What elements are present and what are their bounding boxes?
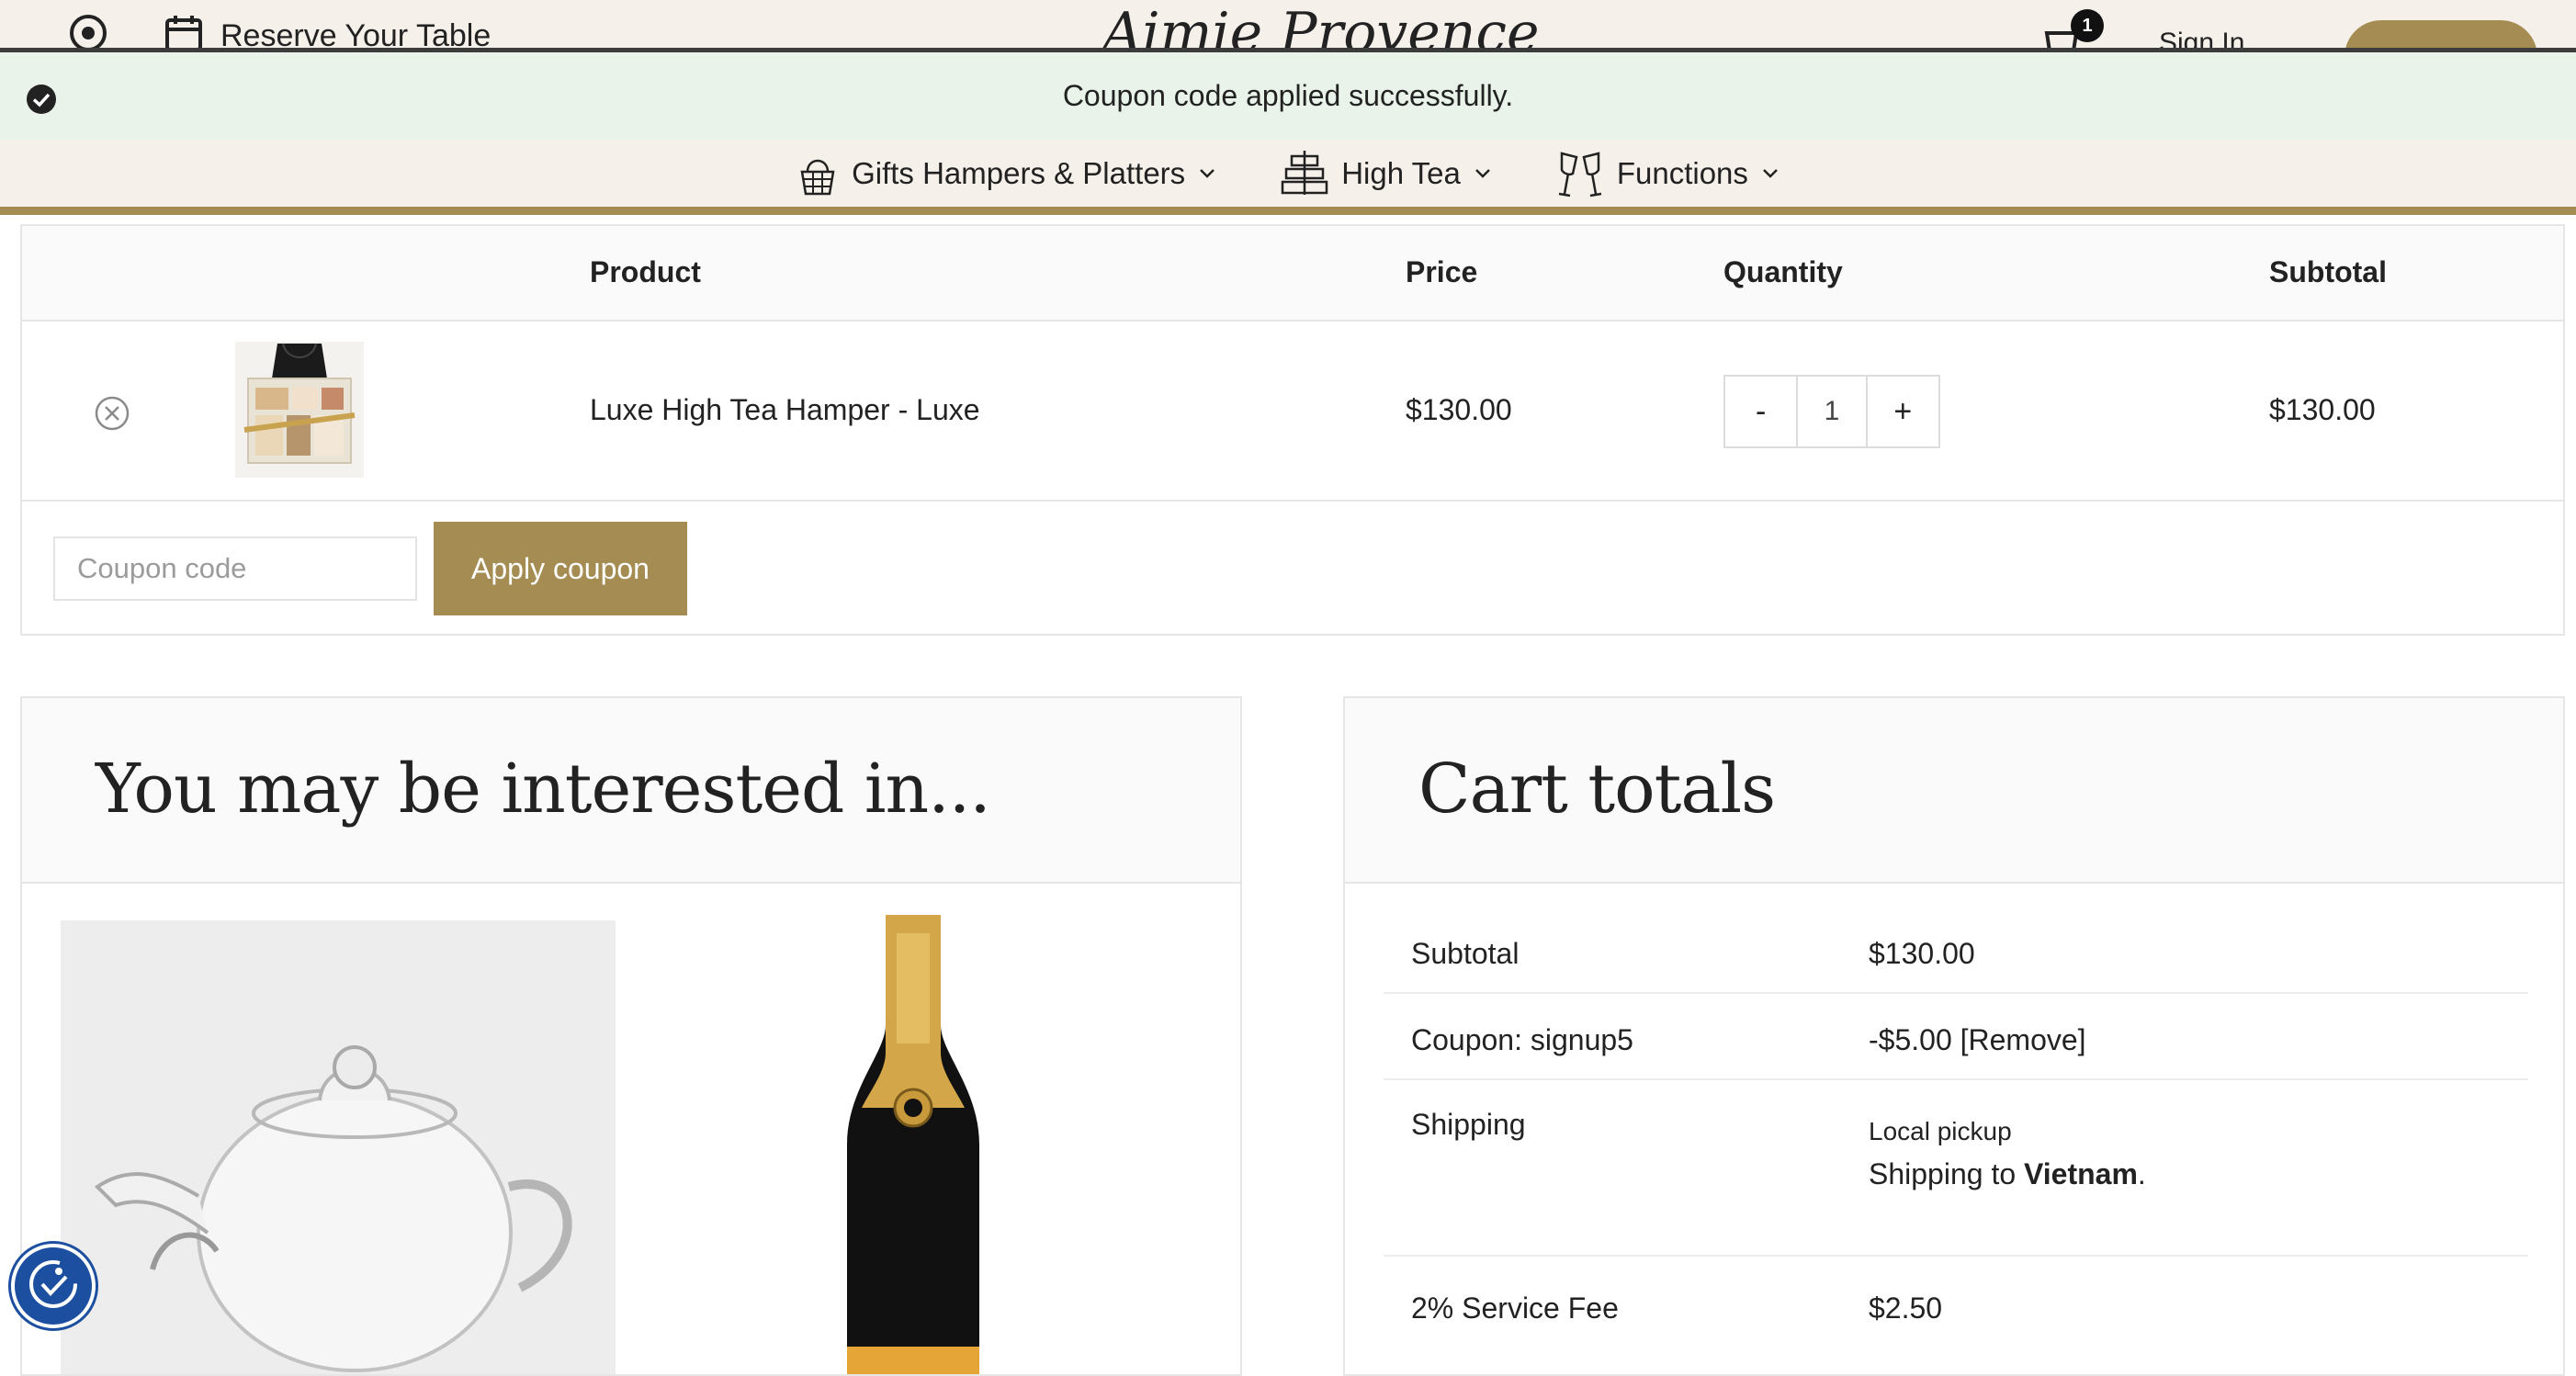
header-quantity: Quantity — [1723, 255, 1843, 288]
shipping-country: Vietnam — [2024, 1157, 2138, 1190]
apply-coupon-button[interactable]: Apply coupon — [434, 522, 687, 615]
cart-table: Product Price Quantity Subtotal Luxe Hig… — [20, 224, 2565, 636]
product-image-champagne[interactable] — [821, 915, 1005, 1374]
service-fee-label: 2% Service Fee — [1411, 1291, 1619, 1325]
cross-sells-panel: You may be interested in... — [20, 696, 1242, 1376]
success-notice: Coupon code applied successfully. — [0, 48, 2576, 140]
chevron-down-icon — [1198, 167, 1216, 180]
quantity-plus-button[interactable]: + — [1868, 377, 1938, 446]
cart-totals-title: Cart totals — [1418, 750, 1776, 829]
quantity-stepper: - 1 + — [1723, 375, 1940, 448]
shipping-label: Shipping — [1411, 1108, 1526, 1141]
shipping-method: Local pickup — [1869, 1117, 2012, 1145]
nav-item-gifts-hampers[interactable]: Gifts Hampers & Platters — [797, 150, 1216, 197]
quantity-input[interactable]: 1 — [1796, 377, 1868, 446]
table-header: Product Price Quantity Subtotal — [22, 226, 2563, 321]
remove-item-icon[interactable] — [94, 395, 130, 436]
header-product: Product — [590, 255, 701, 288]
main-navigation: Gifts Hampers & Platters High Tea Functi… — [0, 140, 2576, 215]
nav-item-functions[interactable]: Functions — [1556, 148, 1779, 199]
site-header: Reserve Your Table Aimie Provence 1 Sign… — [0, 0, 2576, 94]
header-price: Price — [1406, 255, 1478, 288]
check-circle-icon — [26, 84, 57, 122]
chevron-down-icon — [1761, 167, 1779, 180]
nav-label: Functions — [1616, 155, 1748, 190]
product-thumbnail[interactable] — [235, 342, 364, 478]
header-subtotal: Subtotal — [2269, 255, 2387, 288]
subtotal-label: Subtotal — [1411, 937, 1520, 970]
totals-row-shipping: Shipping Local pickup Shipping to Vietna… — [1384, 1080, 2528, 1257]
product-image-teapot[interactable] — [61, 920, 616, 1374]
product-price: $130.00 — [1406, 393, 1512, 426]
cross-sells-title: You may be interested in... — [96, 750, 991, 829]
coupon-discount: -$5.00 [Remove] — [1869, 1023, 2086, 1057]
chevron-down-icon — [1474, 167, 1492, 180]
cart-totals-panel: Cart totals Subtotal $130.00 Coupon: sig… — [1343, 696, 2565, 1376]
totals-row-service-fee: 2% Service Fee $2.50 — [1384, 1257, 2528, 1348]
champagne-glasses-icon — [1556, 148, 1604, 199]
nav-label: High Tea — [1341, 155, 1461, 190]
accessibility-icon — [26, 1257, 81, 1316]
remove-coupon-link[interactable]: [Remove] — [1960, 1023, 2086, 1056]
shipping-suffix: . — [2137, 1157, 2146, 1190]
service-fee-value: $2.50 — [1869, 1291, 1943, 1325]
panel-header: You may be interested in... — [22, 698, 1240, 884]
product-name-link[interactable]: Luxe High Tea Hamper - Luxe — [590, 393, 980, 427]
cart-count-badge: 1 — [2071, 9, 2104, 42]
coupon-label: Coupon: signup5 — [1411, 1023, 1633, 1056]
totals-row-coupon: Coupon: signup5 -$5.00 [Remove] — [1384, 994, 2528, 1080]
gift-basket-icon — [797, 150, 839, 197]
accessibility-button[interactable] — [11, 1244, 96, 1328]
coupon-code-input[interactable] — [53, 536, 417, 601]
quantity-minus-button[interactable]: - — [1725, 377, 1796, 446]
subtotal-value: $130.00 — [1869, 937, 1975, 970]
shipping-destination: Shipping to Vietnam. — [1869, 1157, 2146, 1191]
row-subtotal: $130.00 — [2269, 393, 2376, 426]
notice-message: Coupon code applied successfully. — [1062, 79, 1514, 112]
nav-label: Gifts Hampers & Platters — [852, 155, 1186, 190]
totals-row-subtotal: Subtotal $130.00 — [1384, 909, 2528, 994]
coupon-discount-value: -$5.00 — [1869, 1023, 1952, 1056]
cake-stand-icon — [1281, 149, 1328, 198]
table-row: Luxe High Tea Hamper - Luxe $130.00 - 1 … — [22, 321, 2563, 502]
panel-header: Cart totals — [1345, 698, 2563, 884]
nav-item-high-tea[interactable]: High Tea — [1281, 149, 1492, 198]
shipping-to-prefix: Shipping to — [1869, 1157, 2017, 1190]
